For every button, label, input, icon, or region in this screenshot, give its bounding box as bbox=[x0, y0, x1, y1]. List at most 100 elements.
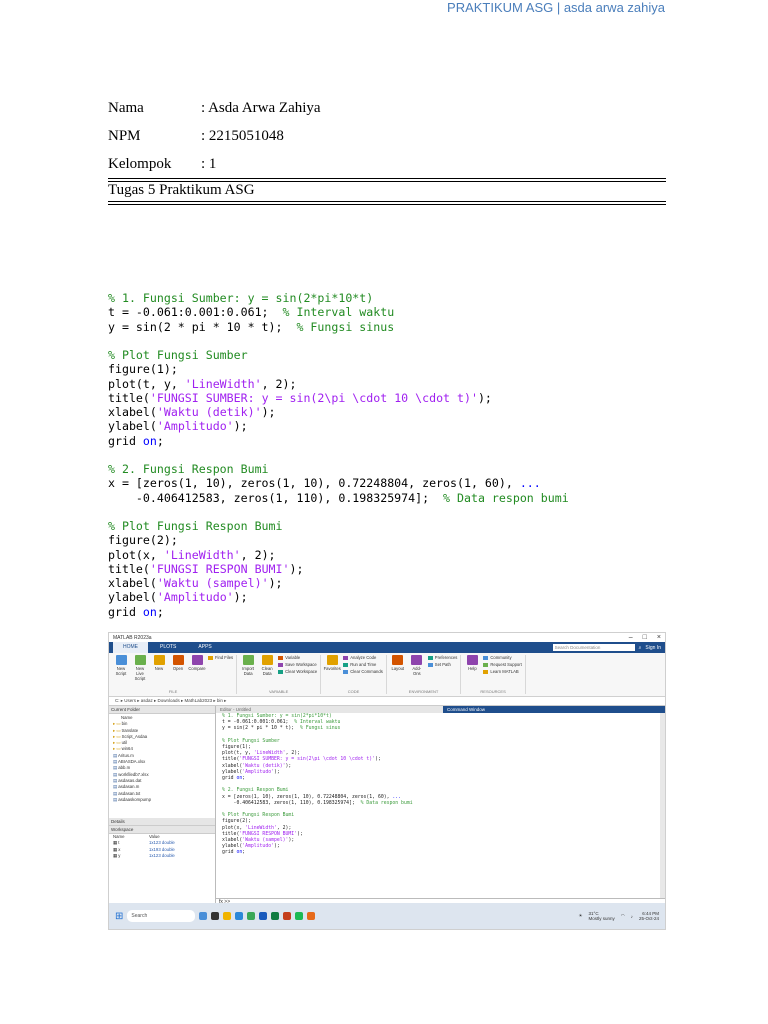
set-path-button[interactable]: Set Path bbox=[427, 662, 458, 667]
clean-data-button[interactable]: Clean Data bbox=[259, 655, 275, 676]
identity-row: Nama : Asda Arwa Zahiya bbox=[108, 94, 321, 122]
address-bar[interactable]: C: ▸ Users ▸ asdaz ▸ Downloads ▸ MathLab… bbox=[109, 697, 665, 706]
analyze-code-button[interactable]: Analyze Code bbox=[343, 655, 383, 660]
app-icon[interactable] bbox=[199, 912, 208, 920]
new-live-script-button[interactable]: New Live Script bbox=[132, 655, 148, 681]
file-list-item[interactable]: ▤ asdaaskompump bbox=[113, 797, 211, 803]
details-header[interactable]: Details bbox=[109, 818, 215, 826]
file-name: Aritus.m bbox=[118, 752, 134, 758]
bottom-rule-1 bbox=[108, 201, 666, 202]
ribbon-button-label: Favorites bbox=[323, 666, 341, 671]
file-name: win64 bbox=[121, 746, 133, 752]
ribbon-button-label: Help bbox=[468, 666, 477, 671]
command-window-tab[interactable]: Command Window bbox=[443, 706, 665, 713]
add-ons-button[interactable]: Add-Ons bbox=[409, 655, 425, 676]
tab-apps[interactable]: APPS bbox=[188, 642, 221, 653]
learn-matlab-button[interactable]: Learn MATLAB bbox=[483, 669, 521, 674]
save-workspace-button[interactable]: Save Workspace bbox=[278, 662, 317, 667]
new-icon bbox=[153, 655, 165, 665]
request-support-button[interactable]: Request Support bbox=[483, 662, 522, 667]
edge-icon[interactable] bbox=[235, 912, 244, 920]
ribbon-group-label: CODE bbox=[347, 689, 360, 694]
ribbon-small-label: Find Files bbox=[215, 655, 234, 660]
folder-icon[interactable] bbox=[223, 912, 232, 920]
preferences-icon bbox=[427, 655, 433, 660]
powerpoint-icon[interactable] bbox=[283, 912, 292, 920]
compare-icon bbox=[191, 655, 203, 665]
ribbon-tabs: HOME PLOTS APPS Search Documentation ⌕ S… bbox=[109, 642, 665, 653]
open-button[interactable]: Open bbox=[170, 655, 186, 671]
community-button[interactable]: Community bbox=[483, 655, 521, 660]
minimize-icon[interactable]: – bbox=[629, 634, 633, 641]
find-files-button[interactable]: Find Files bbox=[208, 655, 233, 660]
new-button[interactable]: New bbox=[151, 655, 167, 671]
excel-icon[interactable] bbox=[271, 912, 280, 920]
clear-commands-button[interactable]: Clear Commands bbox=[343, 669, 383, 674]
compare-button[interactable]: Compare bbox=[188, 655, 206, 671]
new-script-button[interactable]: New Script bbox=[113, 655, 129, 676]
folder-path: C: ▸ Users ▸ asdaz ▸ Downloads ▸ MathLab… bbox=[115, 698, 227, 703]
request-support-icon bbox=[483, 662, 489, 667]
workspace-row[interactable]: ▦ y 1x123 double bbox=[109, 853, 215, 859]
import-data-button[interactable]: Import Data bbox=[240, 655, 256, 676]
editor-code[interactable]: % 1. Fungsi Sumber: y = sin(2*pi*10*t) t… bbox=[216, 713, 665, 858]
layout-button[interactable]: Layout bbox=[390, 655, 406, 671]
ribbon-button-label: New Live Script bbox=[134, 666, 146, 681]
ribbon-small-label: Set Path bbox=[434, 662, 451, 667]
spotify-icon[interactable] bbox=[295, 912, 304, 920]
sign-in-link[interactable]: Sign In bbox=[645, 645, 661, 651]
folder-icon: ▸ ▭ bbox=[113, 746, 122, 752]
clock-date: 25-Oct-24 bbox=[638, 916, 659, 921]
chrome-icon[interactable] bbox=[247, 912, 256, 920]
help-icon bbox=[466, 655, 478, 665]
file-name: abb.m bbox=[118, 765, 131, 771]
file-name: ABIASDA.xlsx bbox=[118, 759, 146, 765]
maximize-icon[interactable]: □ bbox=[643, 634, 647, 641]
ribbon-small-label: Analyze Code bbox=[350, 655, 377, 660]
layout-icon bbox=[392, 655, 404, 665]
clear-workspace-button[interactable]: Clear Workspace bbox=[278, 669, 317, 674]
folder-icon: ▸ ▭ bbox=[113, 721, 122, 727]
windows-start-icon[interactable]: ⊞ bbox=[115, 911, 123, 922]
ribbon-small-label: Learn MATLAB bbox=[490, 669, 519, 674]
identity-label: Kelompok bbox=[108, 155, 172, 172]
tab-home[interactable]: HOME bbox=[113, 642, 148, 653]
ribbon-small-label: Run and Time bbox=[350, 662, 377, 667]
search-documentation-input[interactable]: Search Documentation bbox=[552, 644, 635, 651]
tab-plots[interactable]: PLOTS bbox=[150, 642, 186, 653]
volume-icon[interactable]: ♪ bbox=[631, 914, 633, 919]
matlab-icon[interactable] bbox=[307, 912, 316, 920]
ribbon-button-label: Import Data bbox=[242, 666, 255, 676]
run-and-time-button[interactable]: Run and Time bbox=[343, 662, 383, 667]
search-icon[interactable]: ⌕ bbox=[639, 645, 642, 651]
run-and-time-icon bbox=[343, 662, 349, 667]
weather-icon[interactable]: ☀ bbox=[578, 913, 582, 919]
word-icon[interactable] bbox=[259, 912, 268, 920]
set-path-icon bbox=[427, 662, 433, 667]
ribbon-group-file: New Script New Live Script New Open Compare F… bbox=[113, 655, 238, 694]
favorites-icon bbox=[326, 655, 338, 665]
clean-data-icon bbox=[261, 655, 273, 665]
top-rule-1 bbox=[108, 178, 666, 179]
code-listing: % 1. Fungsi Sumber: y = sin(2*pi*10*t) t… bbox=[108, 291, 569, 619]
wifi-icon[interactable]: ◠ bbox=[621, 913, 625, 919]
close-icon[interactable]: × bbox=[657, 634, 661, 641]
file-name: workfiledb7.xlsx bbox=[118, 771, 149, 777]
ribbon-button-label: Compare bbox=[188, 666, 206, 671]
import-data-icon bbox=[242, 655, 254, 665]
editor-scrollbar[interactable] bbox=[660, 713, 665, 903]
variable-button[interactable]: Variable bbox=[278, 655, 317, 660]
app-icon[interactable] bbox=[211, 912, 220, 920]
taskbar-search[interactable]: Search bbox=[127, 910, 196, 922]
preferences-button[interactable]: Preferences bbox=[427, 655, 457, 660]
file-name: asdasan.txt bbox=[118, 790, 141, 796]
ribbon-button-label: New bbox=[154, 666, 164, 671]
ribbon-small-label: Variable bbox=[285, 655, 301, 660]
file-name: asdasas.dat bbox=[118, 777, 142, 783]
ribbon-small-label: Clear Workspace bbox=[285, 669, 318, 674]
ribbon-group-environment: Layout Add-Ons Preferences Set Path ENVIRONM… bbox=[390, 655, 462, 694]
ribbon-small-label: Save Workspace bbox=[285, 662, 317, 667]
favorites-button[interactable]: Favorites bbox=[323, 655, 341, 671]
help-button[interactable]: Help bbox=[464, 655, 480, 671]
ribbon-toolstrip: New Script New Live Script New Open Compare F… bbox=[109, 653, 665, 697]
